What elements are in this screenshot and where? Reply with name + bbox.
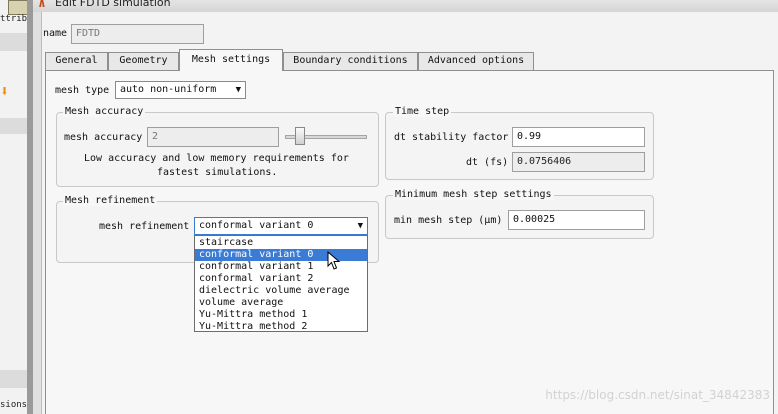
mesh-refinement-dropdown-list: staircase conformal variant 0 conformal … [194,235,368,332]
mesh-accuracy-note: fastest simulations. [157,167,278,178]
tab-geometry[interactable]: Geometry [108,52,179,70]
app-logo-icon: ∧ [38,0,46,11]
background-window [0,0,27,414]
mesh-accuracy-note: Low accuracy and low memory requirements… [84,153,349,164]
mesh-refinement-label: mesh refinement [99,221,190,232]
background-text: sions [0,400,27,410]
tab-advanced-options[interactable]: Advanced options [418,52,534,70]
mesh-refinement-value: conformal variant 0 [199,220,314,231]
dt-stability-factor-field[interactable]: 0.99 [512,127,645,147]
time-step-group-title: Time step [393,106,452,117]
mesh-refinement-group-title: Mesh refinement [63,195,158,206]
mesh-accuracy-group-title: Mesh accuracy [63,106,146,117]
name-field[interactable]: FDTD [71,24,204,44]
dropdown-option[interactable]: conformal variant 0 [195,249,367,261]
mesh-accuracy-label: mesh accuracy [64,132,143,143]
min-mesh-step-field[interactable]: 0.00025 [508,210,645,230]
dropdown-option[interactable]: conformal variant 2 [195,273,367,285]
dropdown-option[interactable]: dielectric volume average [195,285,367,297]
background-text: ttrib [0,14,27,24]
dt-field[interactable]: 0.0756406 [512,152,645,172]
tab-mesh-settings[interactable]: Mesh settings [179,49,283,71]
tab-boundary-conditions[interactable]: Boundary conditions [283,52,418,70]
mesh-type-label: mesh type [55,85,110,96]
name-label: name [43,28,68,39]
mesh-type-select[interactable]: auto non-uniform ▼ [115,81,246,99]
arrow-down-icon: ⬇ [0,82,10,100]
dropdown-option[interactable]: conformal variant 1 [195,261,367,273]
dt-stability-factor-label: dt stability factor [394,132,509,143]
dropdown-arrow-icon: ▼ [235,85,241,95]
dropdown-option[interactable]: Yu-Mittra method 1 [195,309,367,321]
dropdown-option[interactable]: Yu-Mittra method 2 [195,321,367,333]
mesh-refinement-select[interactable]: conformal variant 0 ▼ [194,217,368,235]
toolbar-icon [8,0,28,15]
watermark-text: https://blog.csdn.net/sinat_34842383 [545,388,770,402]
dropdown-option[interactable]: staircase [195,237,367,249]
mouse-cursor-icon [327,251,341,270]
tab-general[interactable]: General [45,52,108,70]
mesh-type-value: auto non-uniform [120,84,217,95]
dialog-title: Edit FDTD simulation [55,0,171,9]
dt-label: dt (fs) [466,157,509,168]
mesh-accuracy-field[interactable]: 2 [147,127,279,147]
min-mesh-step-group-title: Minimum mesh step settings [393,189,554,200]
mesh-accuracy-slider-thumb[interactable] [295,127,306,145]
dropdown-option[interactable]: volume average [195,297,367,309]
dialog-edge [33,12,42,414]
dropdown-arrow-icon: ▼ [357,221,363,231]
min-mesh-step-label: min mesh step (μm) [394,215,503,226]
